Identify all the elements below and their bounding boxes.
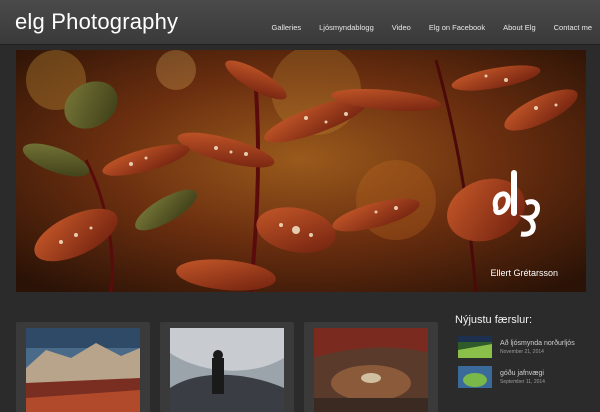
post-thumbnail[interactable] — [458, 336, 492, 358]
hero-image[interactable]: Ellert Grétarsson — [16, 50, 586, 292]
recent-post-1[interactable]: Að ljósmynda norðurljós November 21, 201… — [455, 336, 595, 358]
site-header: elg Photography Galleries Ljósmyndablogg… — [0, 0, 600, 45]
nav-facebook[interactable]: Elg on Facebook — [429, 23, 485, 32]
nav-galleries[interactable]: Galleries — [272, 23, 302, 32]
elg-logo-mark — [492, 170, 540, 237]
cave-photo — [314, 328, 428, 412]
photographer-name: Ellert Grétarsson — [490, 268, 558, 278]
post-2-image — [458, 366, 492, 388]
ice-cave-photo — [170, 328, 284, 412]
recent-posts-heading: Nýjustu færslur: — [455, 314, 533, 326]
post-1-image — [458, 336, 492, 358]
gallery-thumb-2[interactable] — [160, 322, 294, 412]
main-nav: Galleries Ljósmyndablogg Video Elg on Fa… — [254, 23, 592, 32]
post-thumbnail[interactable] — [458, 366, 492, 388]
post-date: September 11, 2014 — [500, 379, 545, 385]
gallery-thumb-1[interactable] — [16, 322, 150, 412]
nav-about[interactable]: About Elg — [503, 23, 536, 32]
gallery-thumb-3[interactable] — [304, 322, 438, 412]
recent-post-2[interactable]: góðu jafnvægi September 11, 2014 — [455, 366, 595, 388]
nav-contact[interactable]: Contact me — [554, 23, 592, 32]
landscape-photo — [26, 328, 140, 412]
post-title[interactable]: góðu jafnvægi — [500, 370, 544, 377]
recent-posts-sidebar: Nýjustu færslur: Að ljósmynda norðurljós… — [455, 314, 595, 388]
nav-blog[interactable]: Ljósmyndablogg — [319, 23, 374, 32]
nav-video[interactable]: Video — [392, 23, 411, 32]
post-date: November 21, 2014 — [500, 349, 544, 355]
post-title[interactable]: Að ljósmynda norðurljós — [500, 340, 575, 347]
site-title[interactable]: elg Photography — [15, 9, 178, 35]
